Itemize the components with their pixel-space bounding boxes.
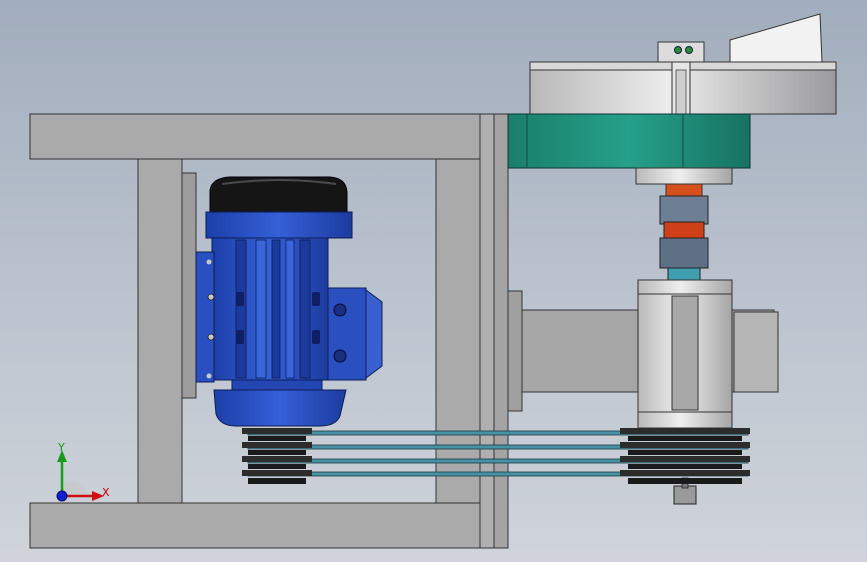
frame-right-post bbox=[479, 113, 495, 549]
electric-motor bbox=[195, 176, 383, 427]
z-axis-dot bbox=[56, 490, 68, 502]
sheet-plate bbox=[729, 13, 823, 63]
assembly-model[interactable] bbox=[0, 0, 867, 562]
y-axis-label: Y bbox=[58, 441, 65, 454]
bearing-mount-plate bbox=[507, 290, 523, 412]
axis-triad bbox=[56, 450, 104, 502]
cad-viewport[interactable]: Y X bbox=[0, 0, 867, 562]
driven-pulley bbox=[620, 428, 750, 484]
motor-mount-plate bbox=[181, 172, 197, 399]
bottom-nut bbox=[673, 485, 697, 505]
frame-left-post bbox=[137, 158, 183, 504]
motor-pulley bbox=[242, 428, 312, 484]
x-axis-label: X bbox=[102, 486, 110, 499]
frame-inner-post bbox=[435, 158, 481, 504]
frame-right-post-2 bbox=[493, 113, 509, 549]
green-flange bbox=[507, 113, 751, 185]
jaw-coupling bbox=[659, 183, 709, 283]
frame-top-beam bbox=[29, 113, 506, 160]
rotating-disc bbox=[529, 13, 837, 121]
